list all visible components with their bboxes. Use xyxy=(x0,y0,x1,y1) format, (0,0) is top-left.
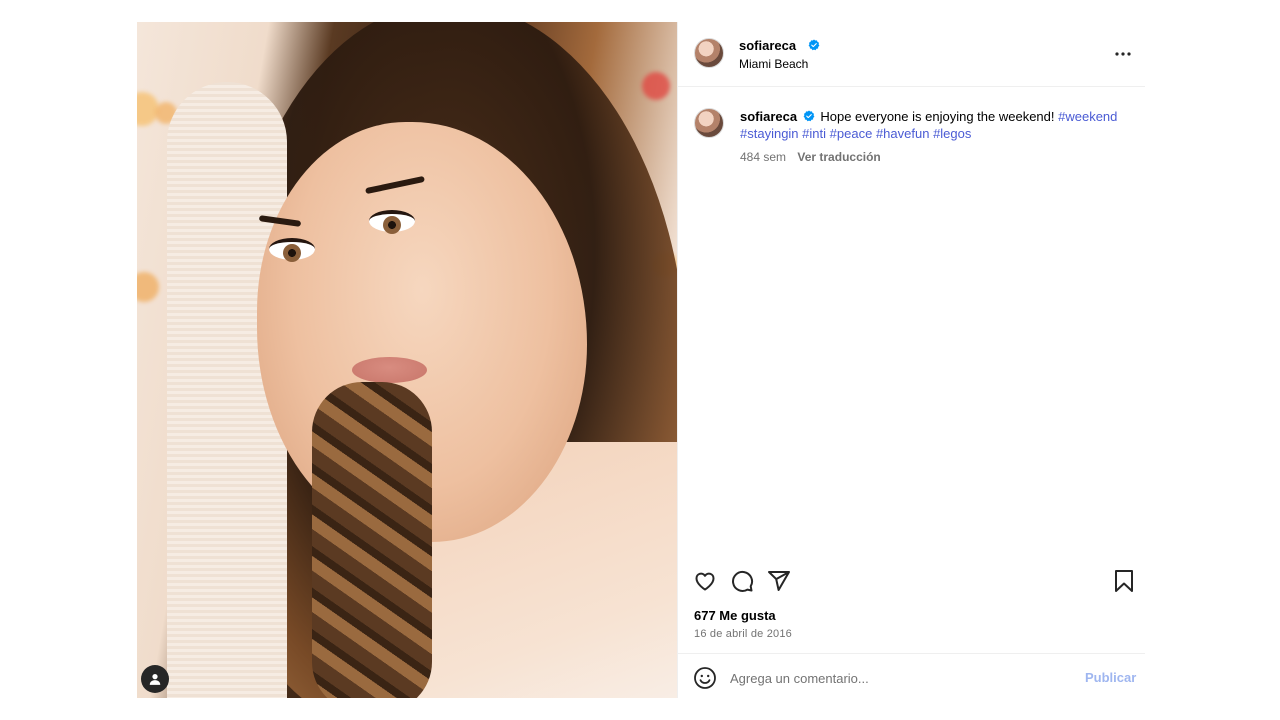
caption-avatar[interactable] xyxy=(694,108,724,138)
caption-username[interactable]: sofiareca xyxy=(740,109,797,124)
comment-input[interactable] xyxy=(730,666,1070,690)
like-button[interactable] xyxy=(691,567,719,595)
post-side-panel: sofiareca Miami Beach sofiareca Hope eve… xyxy=(677,22,1145,698)
comment-button[interactable] xyxy=(728,567,756,595)
avatar[interactable] xyxy=(694,38,724,68)
hashtag-link[interactable]: #peace xyxy=(830,126,873,141)
post-header: sofiareca Miami Beach xyxy=(678,22,1145,87)
comment-bar: Publicar xyxy=(678,653,1145,698)
hashtag-link[interactable]: #stayingin xyxy=(740,126,799,141)
likes-count[interactable]: 677 Me gusta xyxy=(694,608,776,623)
header-username[interactable]: sofiareca xyxy=(739,38,796,53)
eye xyxy=(269,238,315,262)
user-tag-icon xyxy=(149,674,161,685)
publish-button[interactable]: Publicar xyxy=(1085,670,1136,685)
hashtag-link[interactable]: #havefun xyxy=(876,126,930,141)
lips xyxy=(352,357,427,383)
verified-badge-icon xyxy=(803,110,815,122)
user-tags-button[interactable] xyxy=(141,665,169,693)
hashtag-link[interactable]: #inti xyxy=(802,126,826,141)
caption-text: sofiareca Hope everyone is enjoying the … xyxy=(740,108,1125,142)
post-dialog: sofiareca Miami Beach sofiareca Hope eve… xyxy=(137,22,1145,698)
verified-badge-icon xyxy=(808,39,820,51)
share-icon xyxy=(768,571,790,591)
more-options-button[interactable] xyxy=(1111,42,1135,66)
bokeh-light xyxy=(642,72,670,100)
post-date[interactable]: 16 de abril de 2016 xyxy=(694,628,792,640)
header-location[interactable]: Miami Beach xyxy=(739,57,808,71)
caption-meta: 484 sem Ver traducción xyxy=(740,150,881,164)
braid xyxy=(312,382,432,698)
more-options-icon xyxy=(1115,52,1131,56)
bookmark-icon xyxy=(1115,570,1133,592)
emoji-button[interactable] xyxy=(693,666,717,690)
heart-icon xyxy=(695,572,715,591)
caption-body: Hope everyone is enjoying the weekend! xyxy=(820,109,1055,124)
hashtag-link[interactable]: #weekend xyxy=(1058,109,1117,124)
hashtag-link[interactable]: #legos xyxy=(933,126,971,141)
comment-icon xyxy=(732,570,754,592)
bokeh-light xyxy=(137,272,159,302)
share-button[interactable] xyxy=(765,567,793,595)
emoji-icon xyxy=(694,667,716,689)
translate-link[interactable]: Ver traducción xyxy=(797,150,880,164)
caption-time[interactable]: 484 sem xyxy=(740,150,786,164)
save-button[interactable] xyxy=(1110,567,1138,595)
action-bar xyxy=(678,567,1145,607)
eye xyxy=(369,210,415,234)
post-photo[interactable] xyxy=(137,22,677,698)
